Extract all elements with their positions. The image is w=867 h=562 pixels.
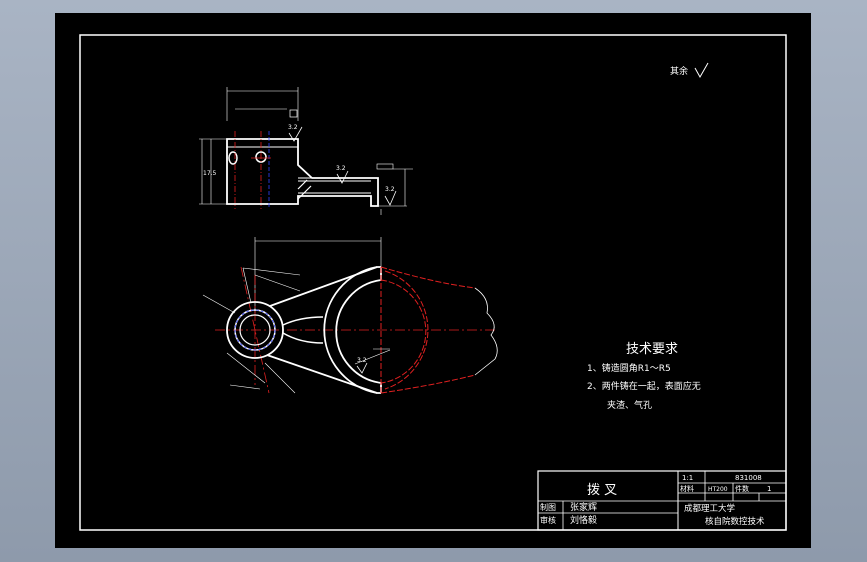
dim-3-2-a: 3.2 bbox=[288, 124, 298, 131]
drawn-by: 张家辉 bbox=[570, 501, 597, 513]
school-name: 成都理工大学 bbox=[684, 503, 736, 514]
roughness-note-label: 其余 bbox=[670, 65, 688, 77]
front-view: 17.5 3.2 3.2 3.2 bbox=[199, 87, 413, 215]
material-label: 材料 bbox=[680, 484, 694, 493]
tech-req-title: 技术要求 bbox=[626, 342, 678, 357]
part-name: 拨 叉 bbox=[587, 483, 617, 498]
dim-3-2-d: 3.2 bbox=[357, 357, 367, 364]
drawing-number: 831008 bbox=[735, 474, 762, 482]
dim-3-2-b: 3.2 bbox=[336, 165, 346, 172]
cad-viewport[interactable]: 其余 17.5 3.2 3.2 3.2 3.2 技术要求 1、铸造圆角R1～R5… bbox=[55, 13, 811, 548]
dim-17-5: 17.5 bbox=[203, 170, 217, 177]
drawn-label: 制图 bbox=[540, 502, 556, 512]
checked-label: 审核 bbox=[540, 515, 556, 525]
department-name: 核自院数控技术 bbox=[705, 516, 765, 527]
quantity: 1 bbox=[767, 485, 771, 493]
title-block: 拨 叉 1:1 831008 材料 HT200 件数 1 制图 张家辉 审核 刘… bbox=[537, 470, 787, 531]
dim-3-2-c: 3.2 bbox=[385, 186, 395, 193]
tech-req-item-2: 2、两件铸在一起，表面应无 bbox=[587, 380, 701, 392]
checked-by: 刘恪毅 bbox=[570, 514, 597, 526]
scale: 1:1 bbox=[682, 474, 693, 482]
drawing-border bbox=[79, 34, 787, 531]
tech-requirements: 技术要求 1、铸造圆角R1～R5 2、两件铸在一起，表面应无 夹渣、气孔 bbox=[587, 342, 701, 411]
quantity-label: 件数 bbox=[735, 484, 749, 493]
tech-req-item-2-cont: 夹渣、气孔 bbox=[607, 399, 652, 411]
roughness-symbol-icon bbox=[694, 62, 709, 79]
tech-req-item-1: 1、铸造圆角R1～R5 bbox=[587, 362, 671, 374]
material: HT200 bbox=[708, 486, 728, 493]
cad-drawing: 其余 17.5 3.2 3.2 3.2 3.2 技术要求 1、铸造圆角R1～R5… bbox=[79, 34, 787, 531]
top-view: 3.2 bbox=[202, 237, 498, 394]
